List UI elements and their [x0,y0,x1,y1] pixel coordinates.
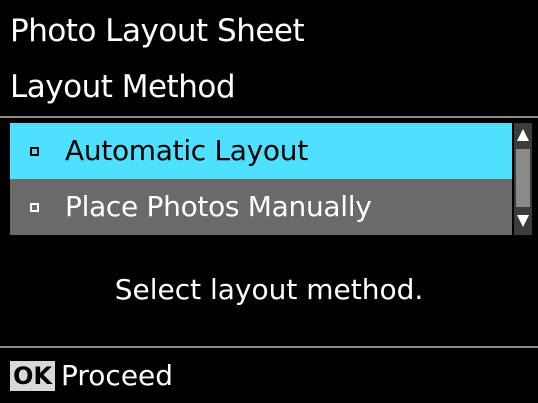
top-divider [0,116,538,118]
scroll-down-arrow-icon[interactable] [517,215,529,227]
list-item-automatic-layout[interactable]: Automatic Layout [10,123,512,179]
square-bullet-icon [29,145,40,157]
instruction-message: Select layout method. [114,273,424,306]
layout-method-list: Automatic Layout Place Photos Manually [10,123,512,235]
scroll-up-arrow-icon[interactable] [517,129,529,141]
printer-lcd-screen: Photo Layout Sheet Layout Method Automat… [0,0,538,403]
list-item-label: Automatic Layout [65,134,308,167]
scroll-thumb[interactable] [516,149,530,207]
square-bullet-icon [30,202,39,212]
screen-title: Photo Layout Sheet [10,13,305,49]
list-item-place-photos-manually[interactable]: Place Photos Manually [10,179,512,235]
footer-hint: OK Proceed [10,358,173,394]
screen-subtitle: Layout Method [10,69,236,105]
proceed-label: Proceed [61,359,174,392]
list-scrollbar[interactable] [514,123,532,235]
bottom-divider [0,346,538,348]
ok-button-badge[interactable]: OK [10,361,55,391]
list-item-label: Place Photos Manually [65,190,372,223]
